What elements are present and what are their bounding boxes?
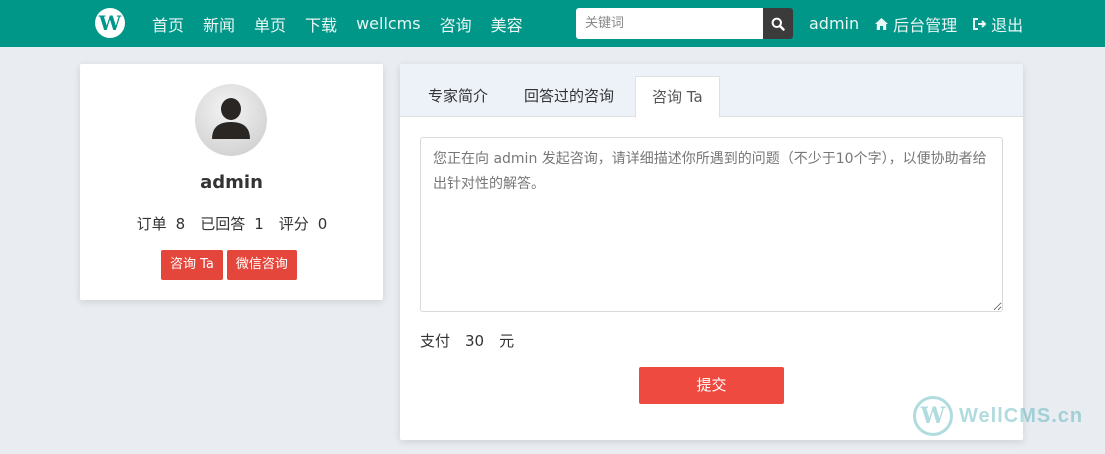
nav-item-wellcms[interactable]: wellcms: [356, 14, 421, 33]
submit-button[interactable]: 提交: [639, 367, 784, 404]
main-nav: 首页 新闻 单页 下载 wellcms 咨询 美容: [152, 0, 542, 47]
consult-panel: 专家简介 回答过的咨询 咨询 Ta 支付 30 元 提交: [400, 64, 1023, 440]
question-field-wrap: [420, 137, 1003, 312]
stat-value-rating: 0: [317, 215, 328, 233]
user-nav: admin 后台管理 退出: [809, 0, 1038, 47]
search-button[interactable]: [763, 8, 793, 39]
user-name: admin: [809, 14, 860, 33]
profile-username: admin: [200, 172, 263, 193]
user-silhouette-icon: [212, 98, 250, 139]
logout-link[interactable]: 退出: [972, 12, 1023, 36]
nav-item-consult[interactable]: 咨询: [440, 12, 472, 36]
admin-link[interactable]: 后台管理: [874, 12, 957, 36]
wellcms-watermark: W WellCMS.cn: [913, 396, 1083, 436]
payment-info: 支付 30 元: [420, 330, 514, 351]
logo-letter: W: [98, 11, 122, 35]
stat-label-rating: 评分: [278, 215, 309, 233]
nav-item-beauty[interactable]: 美容: [491, 12, 523, 36]
profile-stats: 订单 8 已回答 1 评分 0: [80, 213, 383, 234]
avatar: [195, 84, 267, 156]
watermark-text: WellCMS.cn: [959, 404, 1084, 427]
wechat-consult-button[interactable]: 微信咨询: [226, 250, 297, 280]
stat-value-answered: 1: [254, 215, 264, 233]
question-textarea[interactable]: [420, 137, 1003, 312]
pay-amount: 30: [465, 332, 485, 350]
nav-item-news[interactable]: 新闻: [203, 12, 235, 36]
stat-label-orders: 订单: [136, 215, 167, 233]
tab-expert-intro[interactable]: 专家简介: [412, 76, 504, 117]
tab-bar: 专家简介 回答过的咨询 咨询 Ta: [400, 64, 1023, 118]
search-icon: [771, 17, 785, 31]
top-navbar: W 首页 新闻 单页 下载 wellcms 咨询 美容 admin 后台管理: [0, 0, 1105, 47]
consult-ta-button[interactable]: 咨询 Ta: [161, 250, 223, 280]
logout-label: 退出: [991, 15, 1024, 35]
search-input[interactable]: [576, 8, 763, 39]
sign-out-icon: [973, 17, 987, 30]
home-icon: [875, 17, 889, 30]
nav-item-page[interactable]: 单页: [254, 12, 286, 36]
pay-unit: 元: [499, 332, 515, 350]
pay-label: 支付: [420, 332, 451, 350]
profile-actions: 咨询 Ta 微信咨询: [161, 250, 301, 280]
user-link[interactable]: admin: [809, 14, 859, 33]
tab-answered-consults[interactable]: 回答过的咨询: [508, 76, 630, 117]
admin-label: 后台管理: [893, 15, 958, 35]
stat-label-answered: 已回答: [200, 215, 246, 233]
search-box: [576, 8, 793, 39]
nav-item-home[interactable]: 首页: [152, 12, 184, 36]
expert-profile-card: admin 订单 8 已回答 1 评分 0 咨询 Ta 微信咨询: [80, 64, 383, 300]
site-logo[interactable]: W: [95, 8, 125, 38]
stat-value-orders: 8: [175, 215, 186, 233]
nav-item-download[interactable]: 下载: [305, 12, 337, 36]
tab-consult-ta[interactable]: 咨询 Ta: [635, 76, 720, 118]
watermark-logo: W: [913, 396, 953, 436]
